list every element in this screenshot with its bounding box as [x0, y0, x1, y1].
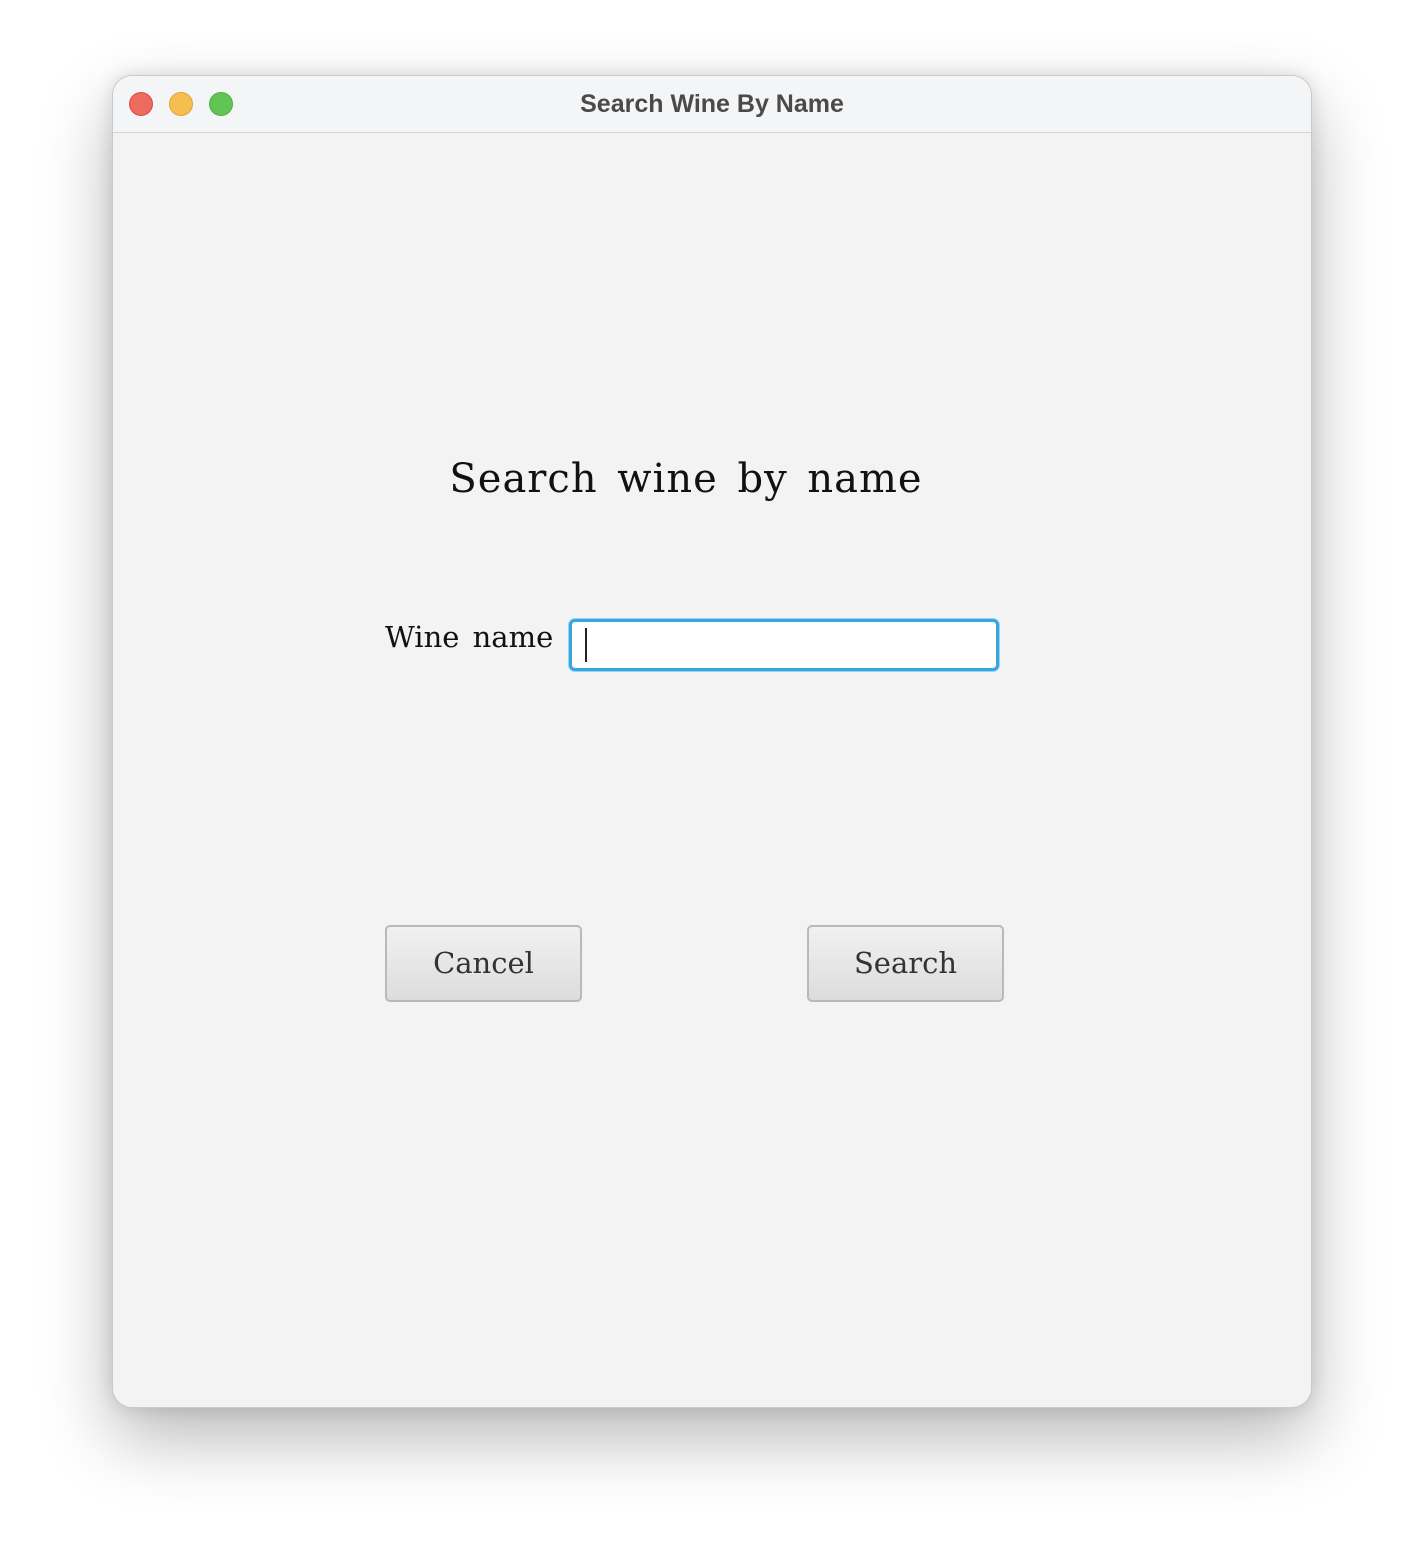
wine-name-label: Wine name — [385, 620, 554, 654]
cancel-button[interactable]: Cancel — [385, 925, 582, 1002]
text-cursor — [585, 628, 587, 662]
window-title: Search Wine By Name — [580, 90, 844, 118]
wine-name-input[interactable] — [569, 619, 999, 671]
app-window: Search Wine By Name Search wine by name … — [112, 75, 1312, 1408]
page-heading: Search wine by name — [449, 456, 923, 502]
search-button[interactable]: Search — [807, 925, 1004, 1002]
title-bar[interactable]: Search Wine By Name — [113, 76, 1311, 133]
